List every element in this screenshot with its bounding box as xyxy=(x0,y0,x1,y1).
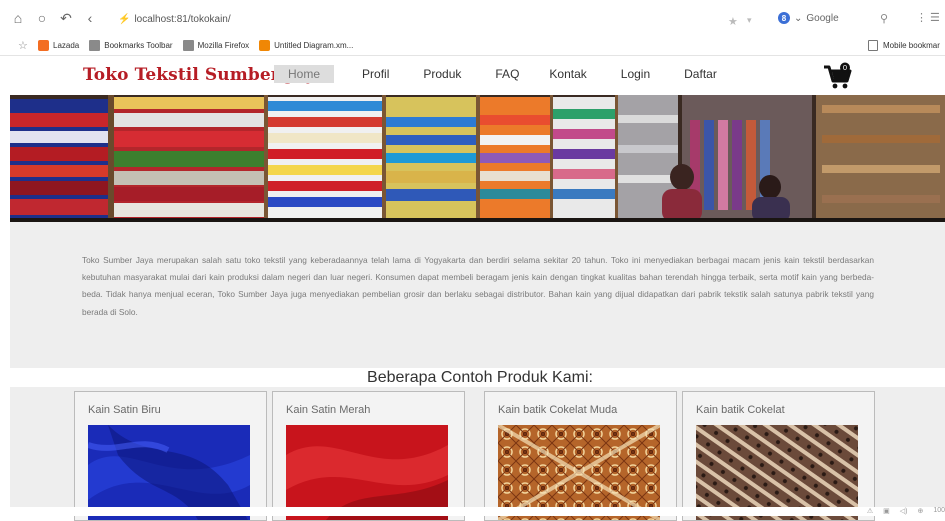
bookmark-label: Untitled Diagram.xm... xyxy=(274,41,354,50)
bookmark-star-icon[interactable]: ★ xyxy=(728,15,738,28)
product-card[interactable]: Kain Satin Merah xyxy=(272,391,465,521)
site-navbar: Toko Tekstil Sumber Jaya Home Profil Pro… xyxy=(0,57,945,95)
about-text: Toko Sumber Jaya merupakan salah satu to… xyxy=(82,255,874,317)
product-name[interactable]: Kain batik Cokelat Muda xyxy=(498,404,617,416)
product-name[interactable]: Kain Satin Merah xyxy=(286,404,370,416)
product-image[interactable] xyxy=(88,425,250,520)
home-icon[interactable]: ⌂ xyxy=(8,8,28,28)
nav-produk[interactable]: Produk xyxy=(403,65,479,83)
cart-button[interactable]: 0 xyxy=(822,62,854,90)
history-back-dropdown-icon[interactable]: ↶ xyxy=(56,8,76,28)
product-name[interactable]: Kain Satin Biru xyxy=(88,404,161,416)
bookmark-label: Bookmarks Toolbar xyxy=(104,41,173,50)
product-image[interactable] xyxy=(286,425,448,520)
main-menu: Home Profil Produk FAQ Kontak Login Daft… xyxy=(274,65,731,83)
mobile-bookmarks-label: Mobile bookmar xyxy=(883,41,940,50)
search-engine-label: Google xyxy=(806,12,839,24)
bookmark-label: Lazada xyxy=(53,41,80,50)
bookmark-label: Mozilla Firefox xyxy=(197,41,250,50)
more-menu-icon[interactable]: ⋮ ☰ xyxy=(916,11,940,24)
bookmark-lazada[interactable]: Lazada xyxy=(38,40,79,51)
nav-kontak[interactable]: Kontak xyxy=(533,65,606,83)
zoom-icon[interactable]: ⊕ xyxy=(917,507,923,515)
nav-login[interactable]: Login xyxy=(607,65,668,83)
site-info-icon[interactable]: ⚡ xyxy=(118,14,130,25)
zoom-level[interactable]: 100 xyxy=(933,507,945,515)
mobile-device-icon xyxy=(868,40,878,51)
product-card[interactable]: Kain batik Cokelat xyxy=(682,391,875,521)
nav-daftar[interactable]: Daftar xyxy=(668,65,731,83)
products-heading: Beberapa Contoh Produk Kami: xyxy=(367,369,593,386)
products-section: Kain Satin Biru Kain Satin Merah Kain ba… xyxy=(10,387,945,521)
sound-icon[interactable]: ◁) xyxy=(900,507,908,515)
reload-icon[interactable]: ○ xyxy=(32,8,52,28)
about-section: Toko Sumber Jaya merupakan salah satu to… xyxy=(10,222,945,368)
fabric-shelves-illustration xyxy=(10,95,945,222)
search-engine-icon: 8 xyxy=(778,12,790,24)
screenshot-icon[interactable]: ▣ xyxy=(883,507,890,515)
cart-icon: 0 xyxy=(824,62,852,89)
nav-profil[interactable]: Profil xyxy=(348,65,403,83)
browser-status-bar: ⚠ ▣ ◁) ⊕ 100 xyxy=(0,507,945,516)
chevron-down-icon: ⌄ xyxy=(794,12,803,24)
chevron-down-icon[interactable]: ▾ xyxy=(747,15,752,26)
bookmarks-star-icon[interactable]: ☆ xyxy=(18,39,30,52)
notification-icon[interactable]: ⚠ xyxy=(867,507,873,515)
cart-count: 0 xyxy=(843,63,847,72)
search-icon[interactable]: ⚲ xyxy=(880,12,888,25)
folder-icon xyxy=(89,40,101,51)
lazada-icon xyxy=(38,40,49,51)
address-url[interactable]: localhost:81/tokokain/ xyxy=(134,14,230,25)
browser-toolbar: ⌂ ○ ↶ ‹ ⚡ localhost:81/tokokain/ ★ ▾ 8 ⌄… xyxy=(0,0,945,36)
product-image[interactable] xyxy=(498,425,660,520)
mobile-bookmarks[interactable]: Mobile bookmar xyxy=(868,40,940,51)
hero-banner-image xyxy=(10,95,945,222)
folder-icon xyxy=(182,40,194,51)
search-engine-selector[interactable]: 8 ⌄ Google xyxy=(778,12,839,24)
address-bar[interactable]: ⚡ localhost:81/tokokain/ xyxy=(118,12,231,26)
bookmark-diagram[interactable]: Untitled Diagram.xm... xyxy=(259,40,353,51)
drawio-icon xyxy=(259,40,271,51)
bookmark-firefox-folder[interactable]: Mozilla Firefox xyxy=(182,40,250,51)
bookmarks-bar: ☆ Lazada Bookmarks Toolbar Mozilla Firef… xyxy=(0,36,945,56)
product-card[interactable]: Kain Satin Biru xyxy=(74,391,267,521)
product-image[interactable] xyxy=(696,425,858,520)
nav-faq[interactable]: FAQ xyxy=(479,65,533,83)
nav-home[interactable]: Home xyxy=(274,65,335,83)
bookmark-toolbar-folder[interactable]: Bookmarks Toolbar xyxy=(89,40,173,51)
back-icon[interactable]: ‹ xyxy=(80,8,100,28)
product-name[interactable]: Kain batik Cokelat xyxy=(696,404,785,416)
product-card[interactable]: Kain batik Cokelat Muda xyxy=(484,391,677,521)
